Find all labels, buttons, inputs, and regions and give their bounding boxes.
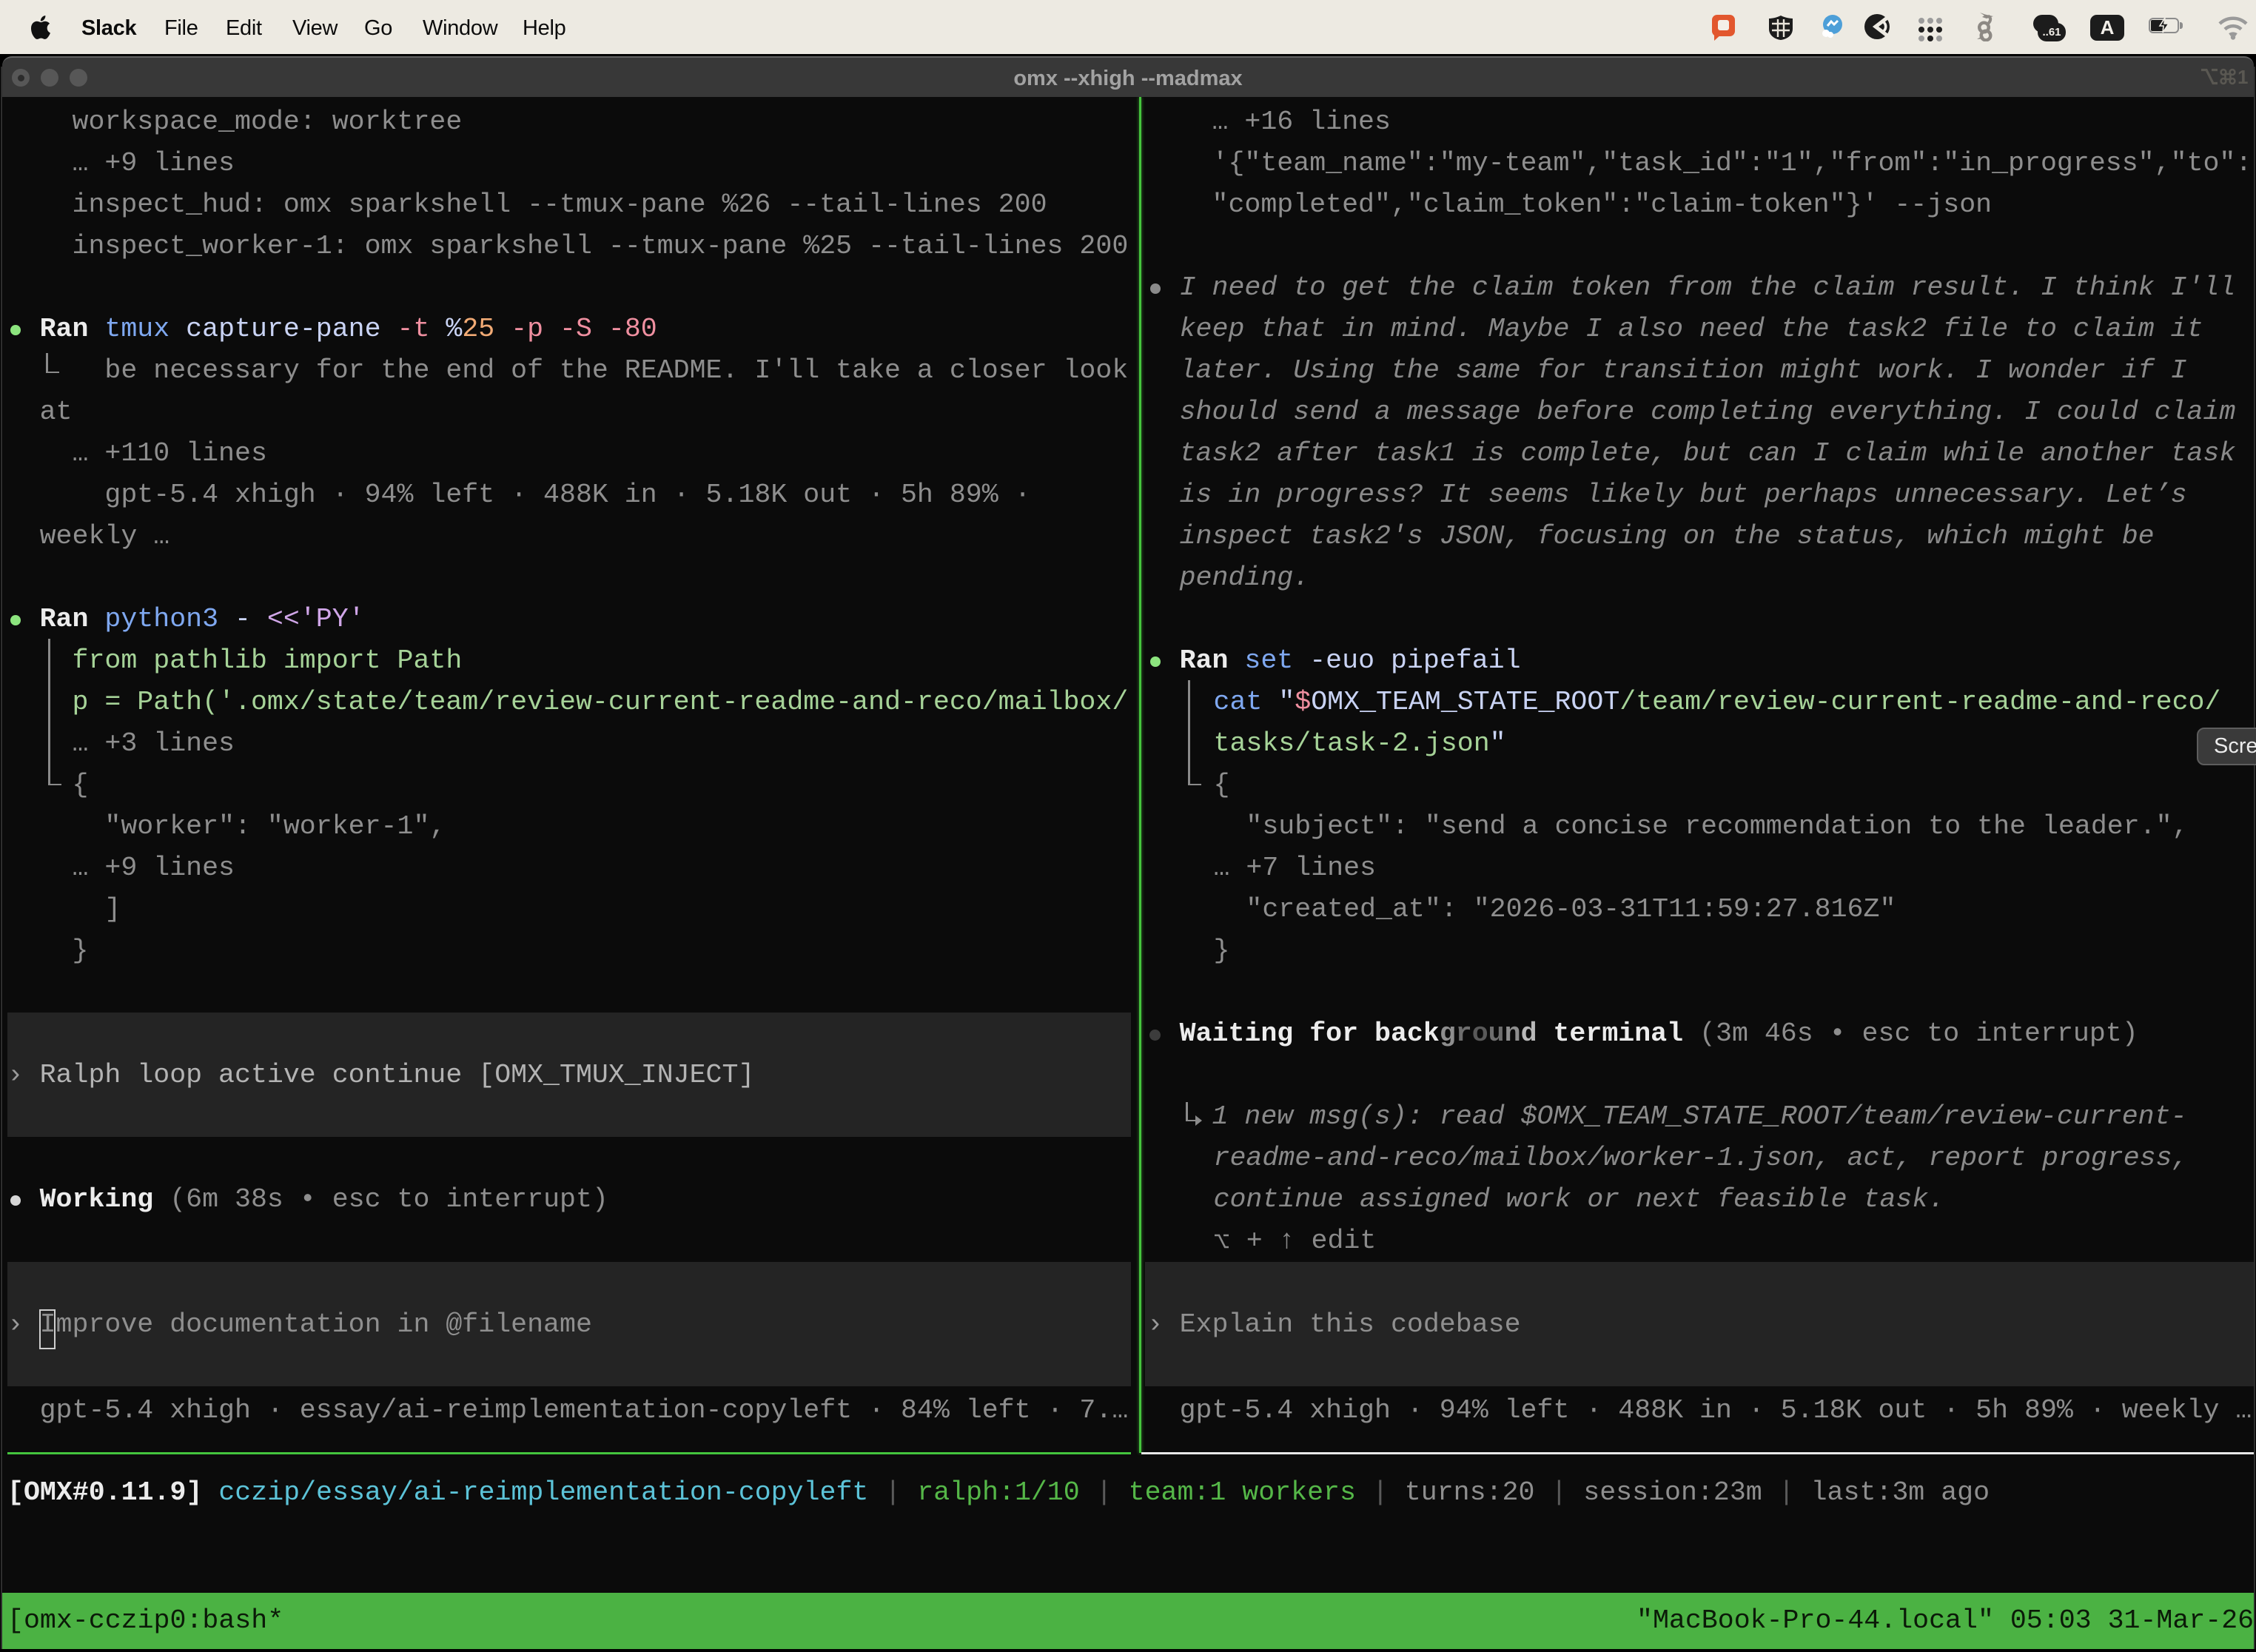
svg-text:1: 1 <box>2237 67 2248 87</box>
